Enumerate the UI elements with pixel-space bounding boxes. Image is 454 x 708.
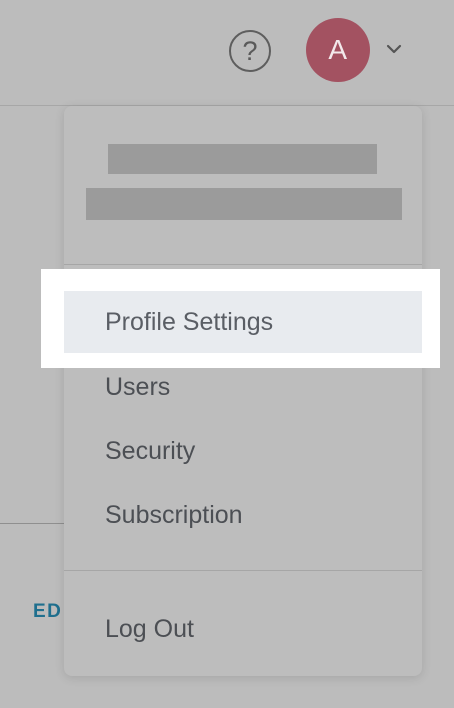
menu-item-subscription[interactable]: Subscription	[105, 499, 243, 531]
menu-divider-bottom	[64, 570, 422, 571]
menu-item-security[interactable]: Security	[105, 435, 195, 467]
redacted-user-email	[86, 188, 402, 220]
help-icon[interactable]: ?	[229, 30, 271, 72]
menu-item-users[interactable]: Users	[105, 371, 170, 403]
redacted-user-name	[108, 144, 377, 174]
top-header: ? A	[0, 0, 454, 106]
background-divider	[0, 523, 70, 524]
chevron-down-icon[interactable]	[383, 38, 405, 60]
user-dropdown-menu: Users Security Subscription Log Out	[64, 106, 422, 676]
menu-item-profile-settings[interactable]: Profile Settings	[64, 291, 422, 353]
page: ? A ED Users Security Subscription Log O…	[0, 0, 454, 708]
avatar-initial: A	[328, 34, 348, 65]
menu-divider-top	[64, 264, 422, 265]
background-link[interactable]: ED	[33, 601, 62, 623]
menu-item-profile-settings-label: Profile Settings	[105, 307, 274, 336]
avatar[interactable]: A	[306, 18, 370, 82]
menu-item-log-out[interactable]: Log Out	[105, 613, 194, 645]
